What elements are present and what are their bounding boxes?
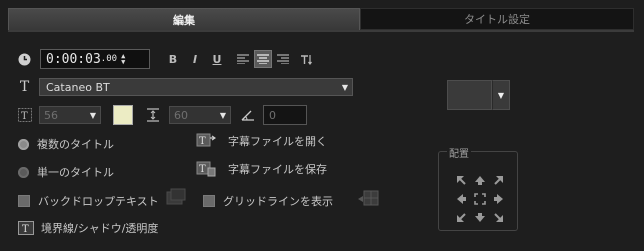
angle-icon [241,109,255,121]
chevron-down-icon: ▼ [89,110,97,120]
border-shadow-icon: T [18,221,34,235]
multi-title-row: 複数のタイトル [18,136,114,152]
font-color-swatch[interactable] [113,105,133,125]
align-middle-left-icon[interactable] [452,190,470,208]
bold-button[interactable]: B [164,50,182,68]
align-center-icon[interactable] [471,190,489,208]
placement-grid [452,171,508,227]
align-top-right-icon[interactable] [490,171,508,189]
style-preview-dropdown[interactable]: ▼ [447,80,510,110]
border-shadow-button[interactable]: T 境界線/シャドウ/透明度 [18,220,158,236]
underline-button[interactable]: U [208,50,226,68]
chevron-down-icon: ▼ [492,80,510,110]
align-bottom-center-icon[interactable] [471,209,489,227]
gridlines-label: グリッドラインを表示 [223,195,333,208]
border-shadow-label: 境界線/シャドウ/透明度 [41,222,159,235]
placement-group: 配置 [438,145,518,231]
placement-legend: 配置 [447,145,471,160]
font-size-icon: T [18,108,32,122]
font-row: T Cataneo BT ▼ [18,78,353,96]
open-subtitle-label: 字幕ファイルを開く [228,135,327,148]
open-subtitle-button[interactable]: T 字幕ファイルを開く [196,133,327,149]
timecode-input[interactable]: 0:00:03. 00 ▲ ▼ [40,49,150,69]
gridlines-checkbox[interactable] [203,195,215,207]
align-right-icon[interactable] [274,50,292,68]
single-title-row: 単一のタイトル [18,164,114,180]
align-bottom-left-icon[interactable] [452,209,470,227]
gridline-settings-icon[interactable] [357,189,379,207]
align-top-center-icon[interactable] [471,171,489,189]
line-spacing-icon [147,108,159,122]
save-subtitle-label: 字幕ファイルを保存 [228,163,327,176]
font-size-select[interactable]: 56 ▼ [39,106,101,124]
backdrop-row: バックドロップテキスト [18,193,159,209]
backdrop-label: バックドロップテキスト [38,195,159,208]
font-name: Cataneo BT [46,80,110,94]
tab-title-settings[interactable]: タイトル設定 [360,8,634,30]
backdrop-checkbox[interactable] [18,195,30,207]
italic-button[interactable]: I [186,50,204,68]
font-icon: T [19,79,30,95]
size-row: T 56 ▼ 60 ▼ 0 [18,105,307,125]
svg-text:T: T [199,136,206,147]
open-subtitle-icon: T [196,133,216,149]
svg-text:T: T [199,164,206,175]
tab-edit[interactable]: 編集 [8,8,360,30]
gridlines-row: グリッドラインを表示 [203,193,333,209]
svg-text:T: T [21,111,28,122]
angle-input[interactable]: 0 [263,105,307,125]
chevron-down-icon: ▼ [219,110,227,120]
font-select[interactable]: Cataneo BT ▼ [39,78,353,96]
line-spacing-value: 60 [174,108,188,122]
save-subtitle-button[interactable]: T 字幕ファイルを保存 [196,161,327,177]
align-center-icon[interactable] [254,50,272,68]
svg-text:T: T [22,224,29,235]
timecode-row: 0:00:03. 00 ▲ ▼ B I U [18,49,316,69]
backdrop-settings-icon[interactable] [166,188,186,206]
line-spacing-select[interactable]: 60 ▼ [169,106,231,124]
single-title-radio[interactable] [18,166,29,178]
timecode-frames: 00 [106,54,118,64]
style-preview-box [447,80,492,110]
align-left-icon[interactable] [234,50,252,68]
tab-divider [8,30,634,32]
align-top-left-icon[interactable] [452,171,470,189]
clock-icon [18,53,31,66]
timecode-spinner[interactable]: ▲ ▼ [121,53,125,66]
single-title-label: 単一のタイトル [37,166,114,179]
multiple-titles-radio[interactable] [18,138,29,150]
tab-bar: 編集 タイトル設定 [8,8,634,30]
font-size-value: 56 [44,108,58,122]
align-bottom-right-icon[interactable] [490,209,508,227]
align-middle-right-icon[interactable] [490,190,508,208]
text-direction-icon[interactable] [298,50,316,68]
save-subtitle-icon: T [196,161,216,177]
chevron-down-icon: ▼ [341,82,349,92]
multiple-titles-label: 複数のタイトル [37,138,114,151]
angle-value: 0 [269,108,276,122]
timecode-main: 0:00:03 [46,51,101,67]
